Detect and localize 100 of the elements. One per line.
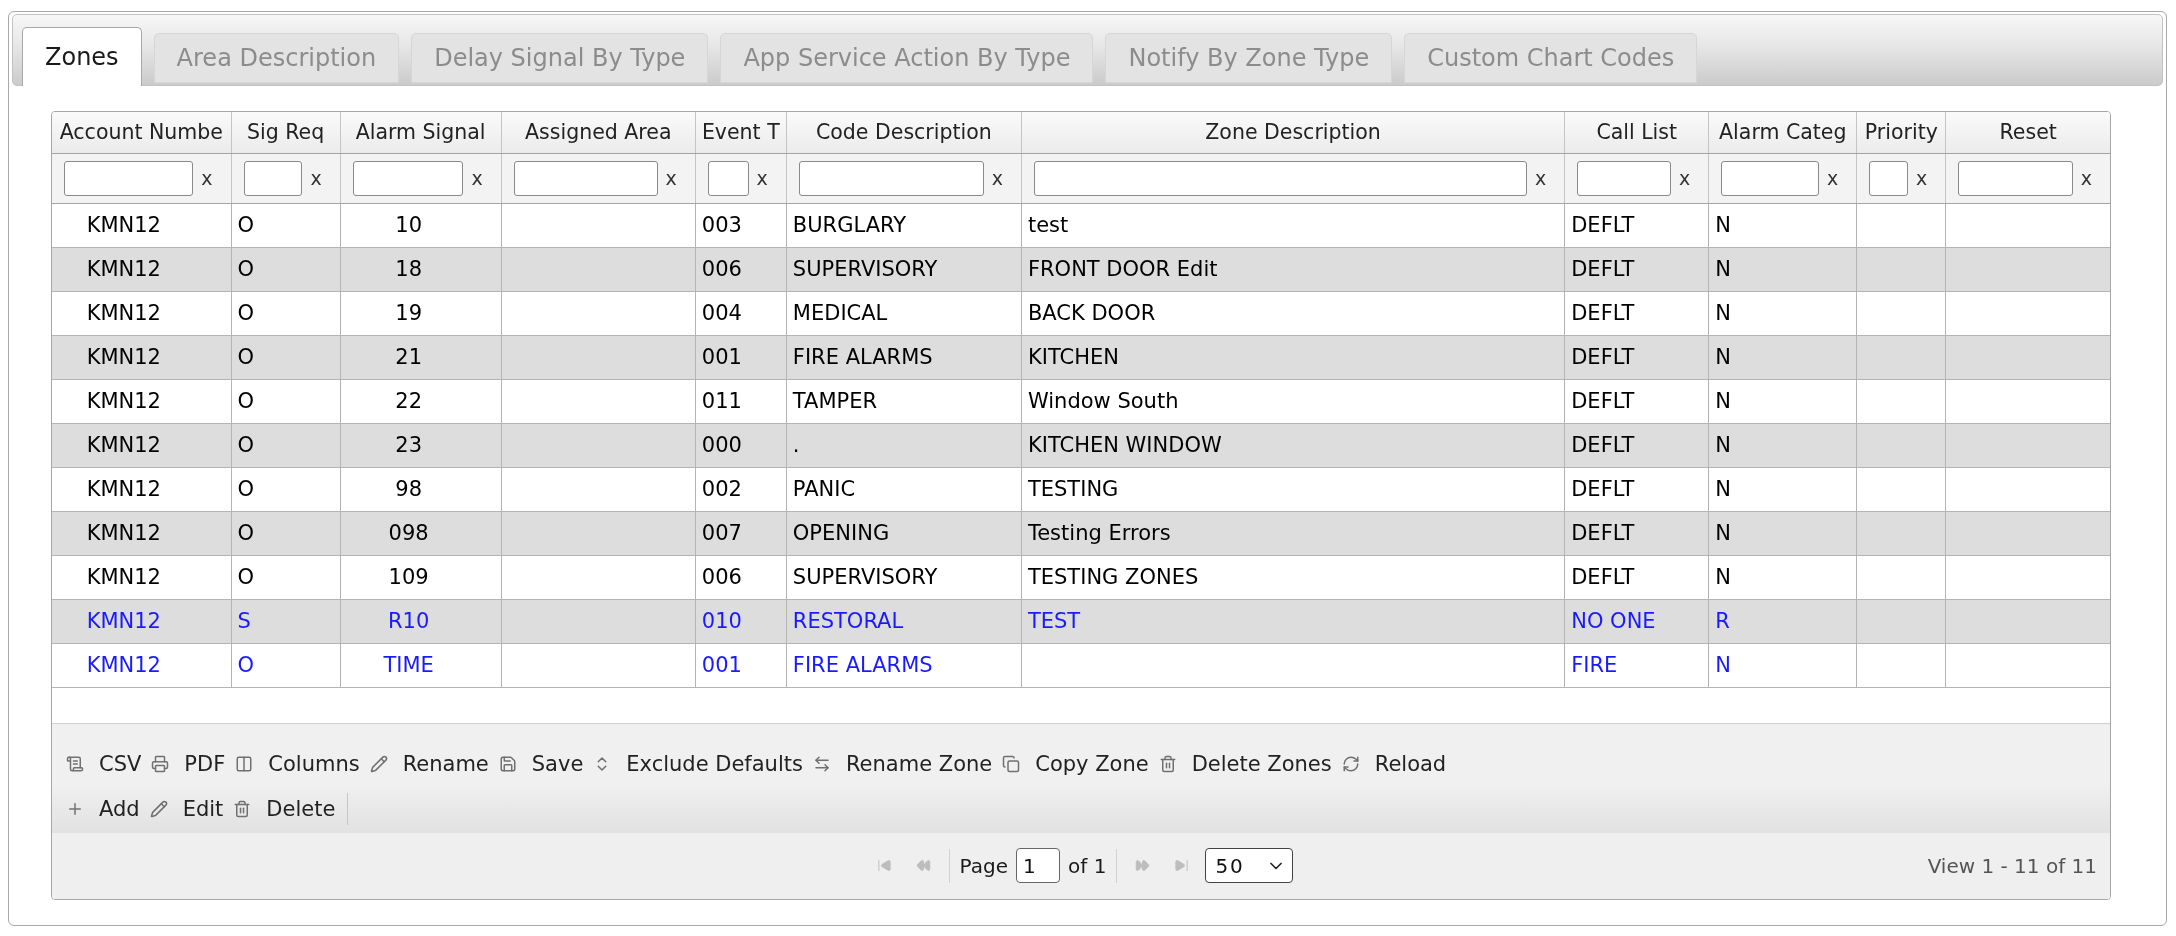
column-header[interactable]: Call List xyxy=(1564,112,1709,153)
toolbar-button[interactable]: CSV xyxy=(66,746,142,782)
filter-field[interactable] xyxy=(707,160,749,196)
toolbar-button[interactable]: Reload xyxy=(1341,746,1447,782)
table-row[interactable]: KMN12 O 109 006 SUPERVISORY TESTING ZONES DEFLT N xyxy=(52,555,2110,599)
clear-filter-button[interactable]: x xyxy=(2080,168,2092,188)
column-header[interactable]: Code Description xyxy=(786,112,1022,153)
column-header[interactable]: Assigned Area xyxy=(501,112,696,153)
table-cell: FRONT DOOR Edit xyxy=(1021,247,1565,291)
table-row[interactable]: KMN12 O 98 002 PANIC TESTING DEFLT N xyxy=(52,467,2110,511)
table-cell: 098 xyxy=(340,511,502,555)
table-cell: KITCHEN xyxy=(1021,335,1565,379)
table-cell: R10 xyxy=(340,599,502,643)
column-header[interactable]: Priority xyxy=(1856,112,1946,153)
filter-field[interactable] xyxy=(1869,160,1909,196)
filter-field[interactable] xyxy=(1577,160,1671,196)
table-cell: PANIC xyxy=(786,467,1022,511)
filter-field[interactable] xyxy=(352,160,464,196)
toolbar-button[interactable]: Save xyxy=(498,746,584,782)
toolbar-button[interactable]: Delete xyxy=(233,791,336,827)
toolbar-button[interactable]: Delete Zones xyxy=(1158,746,1332,782)
table-cell: KMN12 xyxy=(52,247,232,291)
filter-field[interactable] xyxy=(1033,160,1527,196)
table-cell: DEFLT xyxy=(1564,423,1709,467)
table-row[interactable]: KMN12 S R10 010 RESTORAL TEST NO ONE R xyxy=(52,599,2110,643)
page-size-select[interactable]: 50 xyxy=(1205,848,1294,883)
filter-field[interactable] xyxy=(64,160,194,196)
toolbar-button[interactable]: Columns xyxy=(235,746,360,782)
toolbar-button[interactable]: Rename Zone xyxy=(812,746,993,782)
table-cell: 006 xyxy=(695,247,787,291)
column-header[interactable]: Alarm Categ xyxy=(1708,112,1857,153)
toolbar-button[interactable]: Add xyxy=(66,791,140,827)
table-cell: KMN12 xyxy=(52,643,232,687)
filter-field[interactable] xyxy=(1958,160,2073,196)
table-cell: 98 xyxy=(340,467,502,511)
column-header[interactable]: Reset xyxy=(1945,112,2110,153)
clear-filter-button[interactable]: x xyxy=(310,168,322,188)
clear-filter-button[interactable]: x xyxy=(1679,168,1691,188)
filter-field[interactable] xyxy=(798,160,984,196)
clear-filter-button[interactable]: x xyxy=(1534,168,1547,188)
toolbar-button[interactable]: Copy Zone xyxy=(1002,746,1149,782)
table-row[interactable]: KMN12 O TIME 001 FIRE ALARMS FIRE N xyxy=(52,643,2110,687)
page-number-field[interactable]: 1 xyxy=(1016,848,1061,883)
toolbar-button[interactable]: PDF xyxy=(151,746,226,782)
table-cell: OPENING xyxy=(786,511,1022,555)
clear-filter-button[interactable]: x xyxy=(991,168,1003,188)
table-cell: N xyxy=(1708,203,1857,247)
left-right-arrows-icon xyxy=(812,755,831,773)
table-cell: TAMPER xyxy=(786,379,1022,423)
reload-icon xyxy=(1341,755,1360,773)
table-cell: KITCHEN WINDOW xyxy=(1021,423,1565,467)
table-cell: SUPERVISORY xyxy=(786,247,1022,291)
table-cell: 001 xyxy=(695,335,787,379)
clear-filter-button[interactable]: x xyxy=(665,168,677,188)
table-cell: FIRE ALARMS xyxy=(786,643,1022,687)
toolbar-button[interactable]: Exclude Defaults xyxy=(593,746,803,782)
table-row[interactable]: KMN12 O 098 007 OPENING Testing Errors DEFLT N xyxy=(52,511,2110,555)
filter-field[interactable] xyxy=(1721,160,1820,196)
tab[interactable]: Zones xyxy=(22,27,142,86)
table-cell: 19 xyxy=(340,291,502,335)
page-label: Page xyxy=(959,853,1009,878)
record-count-label: View 1 - 11 of 11 xyxy=(1927,853,2098,878)
table-cell: N xyxy=(1708,423,1857,467)
column-header[interactable]: Zone Description xyxy=(1021,112,1565,153)
table-cell: 007 xyxy=(695,511,787,555)
table-cell: KMN12 xyxy=(52,203,232,247)
table-row[interactable]: KMN12 O 22 011 TAMPER Window South DEFLT N xyxy=(52,379,2110,423)
clear-filter-button[interactable]: x xyxy=(756,168,768,188)
trash-icon xyxy=(1158,755,1177,773)
table-row[interactable]: KMN12 O 21 001 FIRE ALARMS KITCHEN DEFLT N xyxy=(52,335,2110,379)
column-header[interactable]: Event T xyxy=(695,112,787,153)
column-header[interactable]: Account Numbe xyxy=(52,112,232,153)
column-header[interactable]: Sig Req xyxy=(231,112,341,153)
table-row[interactable]: KMN12 O 18 006 SUPERVISORY FRONT DOOR Edit DEFLT N xyxy=(52,247,2110,291)
table-row[interactable]: KMN12 O 19 004 MEDICAL BACK DOOR DEFLT N xyxy=(52,291,2110,335)
toolbar-button[interactable]: Edit xyxy=(149,791,224,827)
column-header[interactable]: Alarm Signal xyxy=(340,112,502,153)
clear-filter-button[interactable]: x xyxy=(1916,168,1928,188)
clear-filter-button[interactable]: x xyxy=(201,168,213,188)
columns-icon xyxy=(235,755,254,773)
table-row[interactable]: KMN12 O 10 003 BURGLARY test DEFLT N xyxy=(52,203,2110,247)
filter-field[interactable] xyxy=(243,160,303,196)
table-cell: 18 xyxy=(340,247,502,291)
table-row[interactable]: KMN12 O 23 000 . KITCHEN WINDOW DEFLT N xyxy=(52,423,2110,467)
table-cell: 006 xyxy=(695,555,787,599)
table-cell: RESTORAL xyxy=(786,599,1022,643)
table-cell: KMN12 xyxy=(52,599,232,643)
table-cell: N xyxy=(1708,379,1857,423)
table-cell: O xyxy=(231,555,341,599)
clear-filter-button[interactable]: x xyxy=(471,168,483,188)
table-cell: KMN12 xyxy=(52,379,232,423)
printer-icon xyxy=(151,755,170,773)
table-cell: DEFLT xyxy=(1564,467,1709,511)
toolbar-button[interactable]: Rename xyxy=(369,746,489,782)
table-cell: 22 xyxy=(340,379,502,423)
filter-field[interactable] xyxy=(513,160,658,196)
clear-filter-button[interactable]: x xyxy=(1827,168,1839,188)
table-cell: N xyxy=(1708,511,1857,555)
table-cell: NO ONE xyxy=(1564,599,1709,643)
table-cell: S xyxy=(231,599,341,643)
